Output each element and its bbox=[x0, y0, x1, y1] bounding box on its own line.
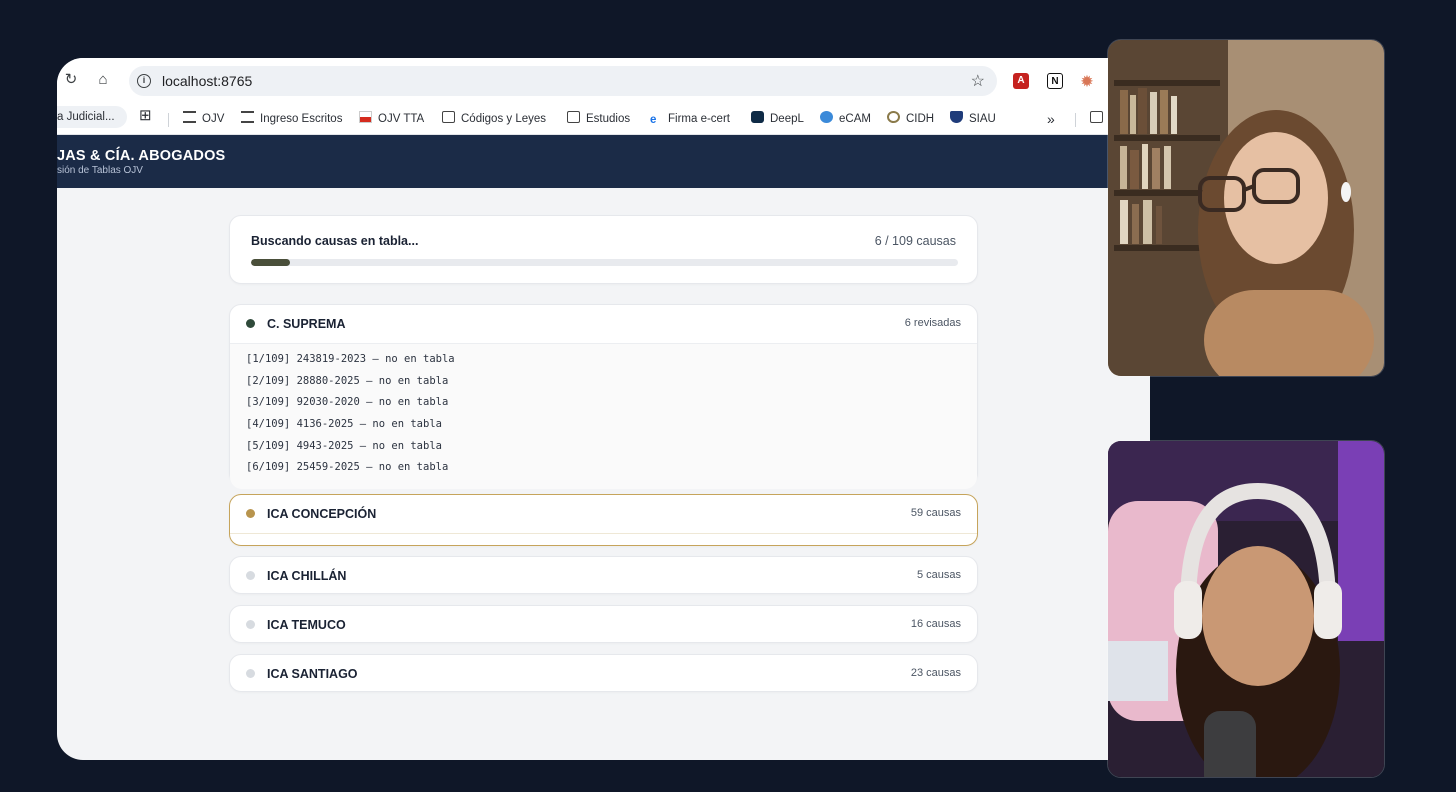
search-log: [1/109] 243819-2023 — no en tabla [2/109… bbox=[230, 343, 977, 490]
court-name: ICA SANTIAGO bbox=[267, 667, 358, 681]
court-count: 6 revisadas bbox=[904, 317, 961, 329]
bookmarks-bar: a Judicial... ⊞ OJV Ingreso Escritos OJV… bbox=[57, 102, 1150, 135]
court-count: 23 causas bbox=[910, 667, 961, 679]
more-bookmarks-icon[interactable]: » bbox=[1047, 110, 1055, 128]
bookmark-deepl[interactable]: DeepL bbox=[751, 110, 804, 128]
court-header[interactable]: ICA TEMUCO 16 causas bbox=[230, 606, 977, 644]
log-line: [4/109] 4136-2025 — no en tabla bbox=[246, 418, 442, 431]
bookmark-codigos-leyes[interactable]: Códigos y Leyes bbox=[442, 110, 546, 128]
bookmarks-separator bbox=[1075, 113, 1076, 127]
bookmark-ojv-tta[interactable]: OJV TTA bbox=[359, 110, 424, 128]
status-dot bbox=[246, 319, 255, 328]
video-tile-participant-1 bbox=[1107, 39, 1385, 377]
progress-bar bbox=[251, 259, 958, 266]
log-line: [3/109] 92030-2020 — no en tabla bbox=[246, 396, 449, 409]
globe-icon bbox=[820, 111, 833, 123]
building-icon bbox=[183, 111, 196, 123]
court-name: ICA TEMUCO bbox=[267, 618, 346, 632]
court-card-concepcion[interactable]: ICA CONCEPCIÓN 59 causas bbox=[229, 494, 978, 546]
status-dot bbox=[246, 620, 255, 629]
desktop-stage: ↻ ⌂ i localhost:8765 ☆ A N ✹ a Judicial.… bbox=[0, 0, 1456, 792]
court-header[interactable]: ICA CHILLÁN 5 causas bbox=[230, 557, 977, 595]
address-bar[interactable]: i localhost:8765 ☆ bbox=[129, 66, 997, 96]
court-header[interactable]: ICA SANTIAGO 23 causas bbox=[230, 655, 977, 693]
court-card-chillan[interactable]: ICA CHILLÁN 5 causas bbox=[229, 556, 978, 594]
court-header[interactable]: ICA CONCEPCIÓN 59 causas bbox=[230, 495, 977, 533]
court-card-temuco[interactable]: ICA TEMUCO 16 causas bbox=[229, 605, 978, 643]
claude-extension-icon[interactable]: ✹ bbox=[1079, 73, 1095, 89]
court-body bbox=[230, 533, 977, 544]
bookmark-label: a Judicial... bbox=[57, 111, 115, 123]
bookmark-ecam[interactable]: eCAM bbox=[820, 110, 871, 128]
flag-icon bbox=[359, 111, 372, 123]
court-card-santiago[interactable]: ICA SANTIAGO 23 causas bbox=[229, 654, 978, 692]
bookmark-ingreso-escritos[interactable]: Ingreso Escritos bbox=[241, 110, 342, 128]
ecert-icon: e bbox=[650, 114, 657, 126]
court-count: 16 causas bbox=[910, 618, 961, 630]
bookmark-star-icon[interactable]: ☆ bbox=[971, 71, 985, 91]
progress-count: 6 / 109 causas bbox=[874, 234, 956, 248]
progress-title: Buscando causas en tabla... bbox=[251, 234, 419, 248]
site-info-icon[interactable]: i bbox=[137, 74, 151, 88]
status-dot bbox=[246, 669, 255, 678]
bookmarks-separator bbox=[168, 113, 169, 127]
court-card-suprema[interactable]: C. SUPREMA 6 revisadas [1/109] 243819-20… bbox=[229, 304, 978, 490]
court-name: ICA CHILLÁN bbox=[267, 569, 347, 583]
bookmark-ojv[interactable]: OJV bbox=[183, 110, 224, 128]
building-icon bbox=[241, 111, 254, 123]
court-count: 59 causas bbox=[910, 507, 961, 519]
url-text[interactable]: localhost:8765 bbox=[162, 73, 252, 89]
apps-grid-icon[interactable]: ⊞ bbox=[139, 107, 152, 125]
webcam-feed-image bbox=[1108, 441, 1384, 777]
home-icon[interactable]: ⌂ bbox=[94, 71, 112, 89]
seal-icon bbox=[887, 111, 900, 123]
court-name: C. SUPREMA bbox=[267, 317, 346, 331]
video-tile-participant-2 bbox=[1107, 440, 1385, 778]
toolbar: ↻ ⌂ i localhost:8765 ☆ A N ✹ bbox=[57, 58, 1150, 102]
progress-card: Buscando causas en tabla... 6 / 109 caus… bbox=[229, 215, 978, 284]
court-count: 5 causas bbox=[916, 569, 961, 581]
browser-window: ↻ ⌂ i localhost:8765 ☆ A N ✹ a Judicial.… bbox=[57, 58, 1150, 760]
app-title: JAS & CÍA. ABOGADOS bbox=[57, 148, 226, 164]
app-header: JAS & CÍA. ABOGADOS sión de Tablas OJV bbox=[57, 135, 1150, 188]
status-dot bbox=[246, 509, 255, 518]
deepl-icon bbox=[751, 111, 764, 123]
pdf-extension-icon[interactable]: A bbox=[1013, 73, 1029, 89]
reload-icon[interactable]: ↻ bbox=[62, 71, 80, 89]
notion-extension-icon[interactable]: N bbox=[1047, 73, 1063, 89]
log-line: [1/109] 243819-2023 — no en tabla bbox=[246, 353, 455, 365]
bookmark-firma-ecert[interactable]: e Firma e-cert bbox=[650, 110, 730, 128]
progress-fill bbox=[251, 259, 290, 266]
shield-icon bbox=[950, 111, 963, 123]
app-subtitle: sión de Tablas OJV bbox=[57, 165, 143, 176]
folder-icon bbox=[442, 111, 455, 123]
court-header[interactable]: C. SUPREMA 6 revisadas bbox=[230, 305, 977, 343]
webcam-feed-image bbox=[1108, 40, 1384, 376]
bookmark-cidh[interactable]: CIDH bbox=[887, 110, 934, 128]
log-line: [2/109] 28880-2025 — no en tabla bbox=[246, 374, 449, 387]
log-line: [5/109] 4943-2025 — no en tabla bbox=[246, 439, 442, 452]
bookmark-estudios[interactable]: Estudios bbox=[567, 110, 630, 128]
court-name: ICA CONCEPCIÓN bbox=[267, 507, 377, 521]
folder-icon bbox=[1090, 111, 1103, 123]
log-line: [6/109] 25459-2025 — no en tabla bbox=[246, 461, 449, 474]
folder-icon bbox=[567, 111, 580, 123]
bookmark-poder-judicial[interactable]: a Judicial... bbox=[57, 106, 127, 128]
status-dot bbox=[246, 571, 255, 580]
bookmark-siau[interactable]: SIAU bbox=[950, 110, 996, 128]
